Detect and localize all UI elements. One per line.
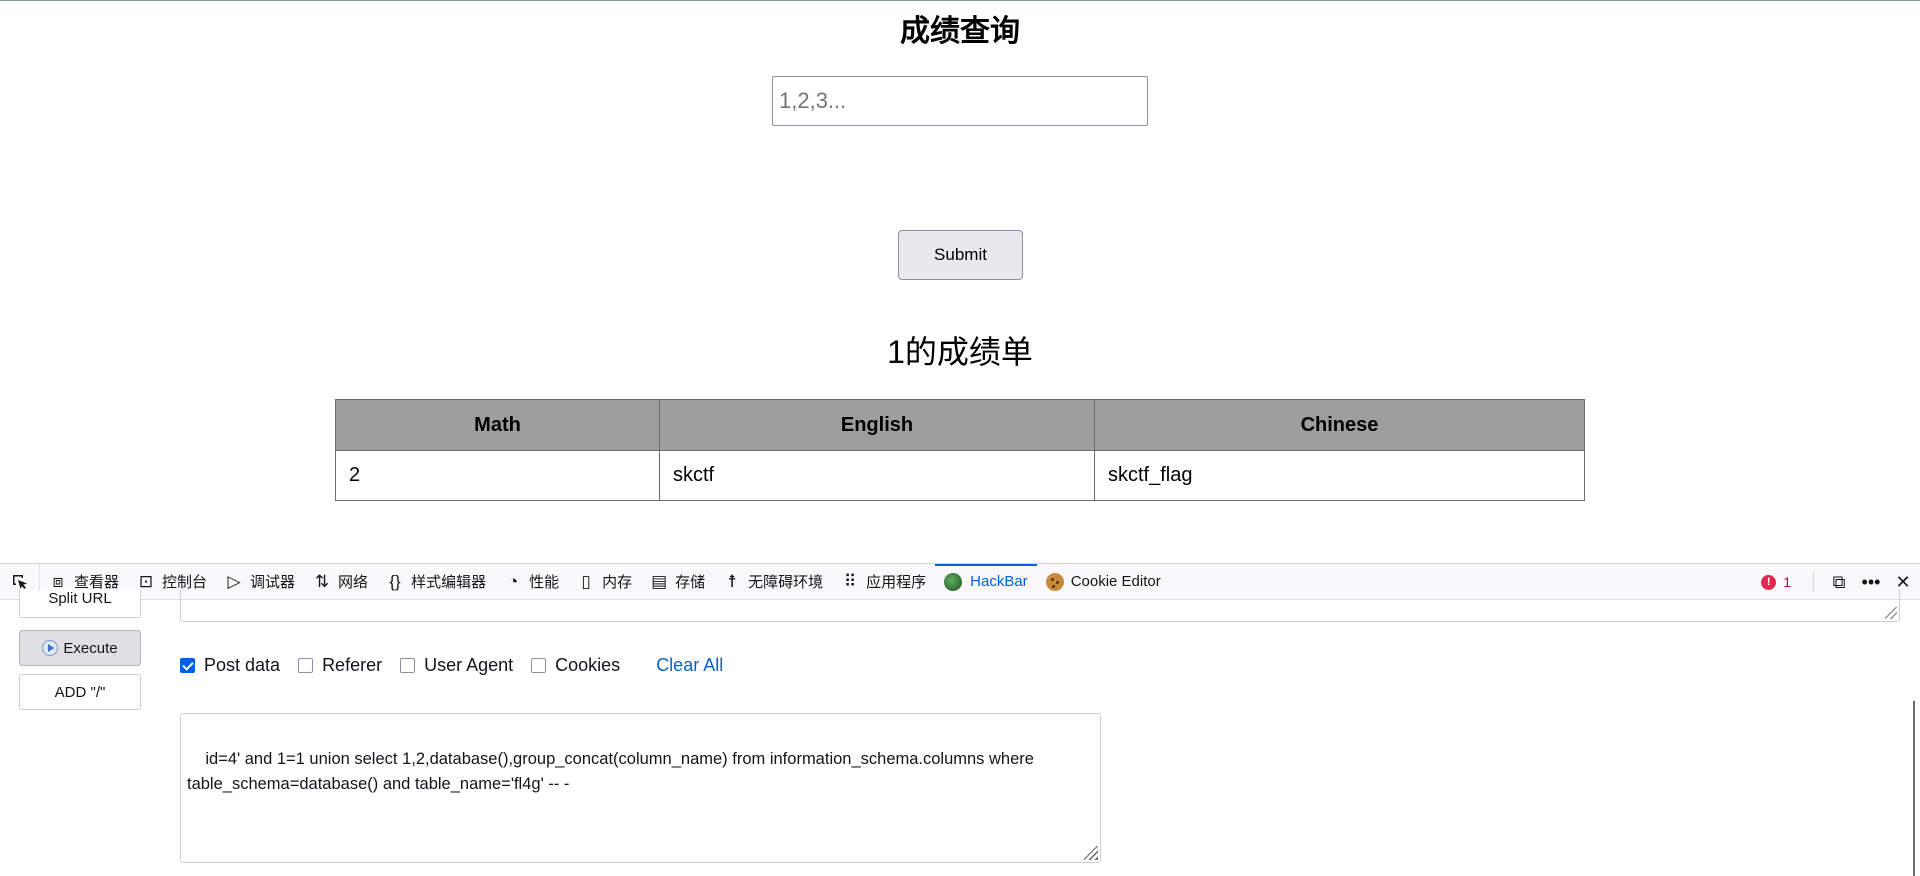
error-count-badge[interactable]: ! 1 [1761, 574, 1791, 590]
option-post-data[interactable]: Post data [180, 655, 280, 676]
devtools-panel: ⧈ 查看器 ⊡ 控制台 ▷ 调试器 ⇅ 网络 {} 样式编辑器 ◔ 性能 ▯ 内存 ▤ 存储 ☨… [0, 563, 1920, 876]
user-agent-checkbox[interactable] [400, 657, 416, 673]
cookies-checkbox[interactable] [531, 657, 547, 673]
element-picker-icon [12, 574, 27, 589]
post-data-checkbox[interactable] [180, 657, 195, 673]
panel-scrollbar[interactable] [1913, 701, 1915, 876]
style-editor-icon: {} [389, 571, 401, 591]
post-data-text: id=4' and 1=1 union select 1,2,database(… [187, 750, 1039, 793]
accessibility-icon: ☨ [727, 571, 737, 591]
header-chinese: Chinese [1094, 399, 1585, 451]
score-query-input[interactable] [772, 76, 1148, 126]
post-data-textarea[interactable]: id=4' and 1=1 union select 1,2,database(… [180, 713, 1101, 863]
cookie-icon [1045, 572, 1064, 591]
application-icon: ⠿ [843, 571, 857, 591]
table-header-row: Math English Chinese [335, 399, 1585, 451]
url-textarea[interactable] [180, 590, 1900, 622]
clear-all-link[interactable]: Clear All [656, 655, 723, 676]
debugger-icon: ▷ [227, 571, 241, 591]
error-icon: ! [1761, 574, 1777, 590]
split-url-button[interactable]: Split URL [19, 590, 141, 618]
network-icon: ⇅ [314, 571, 330, 591]
option-referer[interactable]: Referer [298, 655, 382, 676]
resize-handle-icon[interactable] [1084, 846, 1098, 860]
memory-icon: ▯ [581, 571, 591, 591]
toolbar-separator [1813, 572, 1814, 592]
cell-english: skctf [659, 450, 1095, 501]
hackbar-options: Post data Referer User Agent Cookies Cle… [180, 652, 723, 678]
window-top-border [0, 0, 1920, 1]
hackbar-icon [944, 572, 963, 591]
submit-button[interactable]: Submit [898, 230, 1023, 280]
cell-chinese: skctf_flag [1094, 450, 1585, 501]
resize-handle-icon[interactable] [1885, 607, 1897, 619]
option-cookies[interactable]: Cookies [531, 655, 620, 676]
score-table: Math English Chinese 2 skctf skctf_flag [335, 399, 1585, 501]
page-title: 成绩查询 [900, 15, 1020, 48]
header-english: English [659, 399, 1095, 451]
execute-button[interactable]: Execute [19, 630, 141, 666]
console-icon: ⊡ [138, 571, 154, 591]
execute-icon [42, 640, 59, 656]
inspector-icon: ⧈ [52, 571, 64, 591]
option-user-agent[interactable]: User Agent [400, 655, 513, 676]
report-title: 1的成绩单 [887, 334, 1033, 370]
table-row: 2 skctf skctf_flag [335, 450, 1585, 501]
storage-icon: ▤ [651, 571, 668, 591]
performance-icon: ◔ [507, 571, 519, 591]
header-math: Math [335, 399, 660, 451]
add-slash-button[interactable]: ADD "/" [19, 674, 141, 710]
cell-math: 2 [335, 450, 660, 501]
referer-checkbox[interactable] [298, 657, 314, 673]
